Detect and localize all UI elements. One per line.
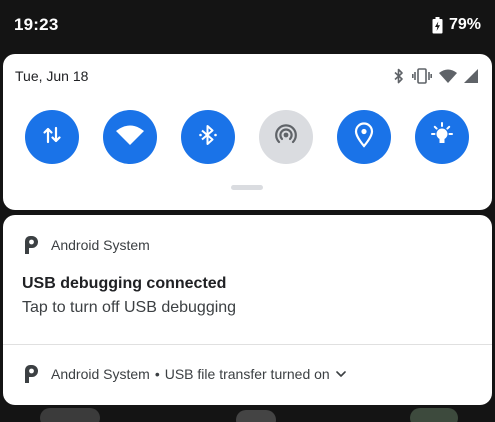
tile-wifi[interactable] (103, 110, 157, 164)
notification-shade: 19:23 79% Tue, Jun 18 Android System USB… (0, 0, 495, 422)
date-label[interactable]: Tue, Jun 18 (15, 68, 88, 84)
tile-location[interactable] (337, 110, 391, 164)
tile-flashlight[interactable] (415, 110, 469, 164)
quick-settings-header: Tue, Jun 18 (15, 66, 478, 86)
notification-app-row: Android System (23, 236, 150, 254)
background-app-icon (40, 408, 100, 422)
tile-bluetooth[interactable] (181, 110, 235, 164)
notification-divider (3, 344, 492, 345)
collapsed-notification-text: Android System • USB file transfer turne… (51, 366, 346, 382)
quick-settings-tiles (25, 110, 469, 164)
notification-card: Android System USB debugging connected T… (3, 215, 492, 405)
separator-dot: • (154, 366, 160, 382)
wifi-signal-icon (439, 69, 457, 83)
android-system-icon (23, 365, 39, 383)
status-bar: 19:23 79% (0, 0, 495, 50)
vibrate-icon (412, 68, 432, 84)
quick-settings-panel: Tue, Jun 18 (3, 54, 492, 210)
background-app-icon (410, 408, 458, 422)
notification-app-name: Android System (51, 237, 150, 253)
battery-percent: 79% (448, 16, 481, 33)
expand-handle[interactable] (231, 185, 263, 190)
quick-settings-status-icons (393, 68, 478, 84)
notification-title: USB debugging connected (22, 275, 227, 292)
collapsed-summary: USB file transfer turned on (164, 366, 330, 382)
flashlight-icon (428, 121, 456, 154)
status-bar-right: 79% (432, 16, 481, 34)
chevron-down-icon[interactable] (335, 370, 346, 378)
clock: 19:23 (14, 15, 59, 34)
bluetooth-icon (196, 123, 220, 152)
notification-text: Tap to turn off USB debugging (22, 299, 237, 316)
wifi-icon (116, 124, 144, 151)
battery-charging-icon (432, 16, 443, 34)
bluetooth-icon (393, 68, 405, 84)
background-app-icon (236, 410, 276, 422)
mobile-data-icon (41, 124, 63, 151)
collapsed-app-name: Android System (51, 366, 150, 382)
tile-mobile-data[interactable] (25, 110, 79, 164)
usb-file-transfer-notification[interactable]: Android System • USB file transfer turne… (23, 365, 346, 383)
usb-debugging-notification[interactable]: Android System USB debugging connected T… (3, 215, 492, 343)
tile-hotspot[interactable] (259, 110, 313, 164)
hotspot-icon (273, 122, 299, 153)
cell-signal-icon (464, 69, 478, 83)
android-system-icon (23, 236, 39, 254)
location-icon (353, 121, 375, 153)
